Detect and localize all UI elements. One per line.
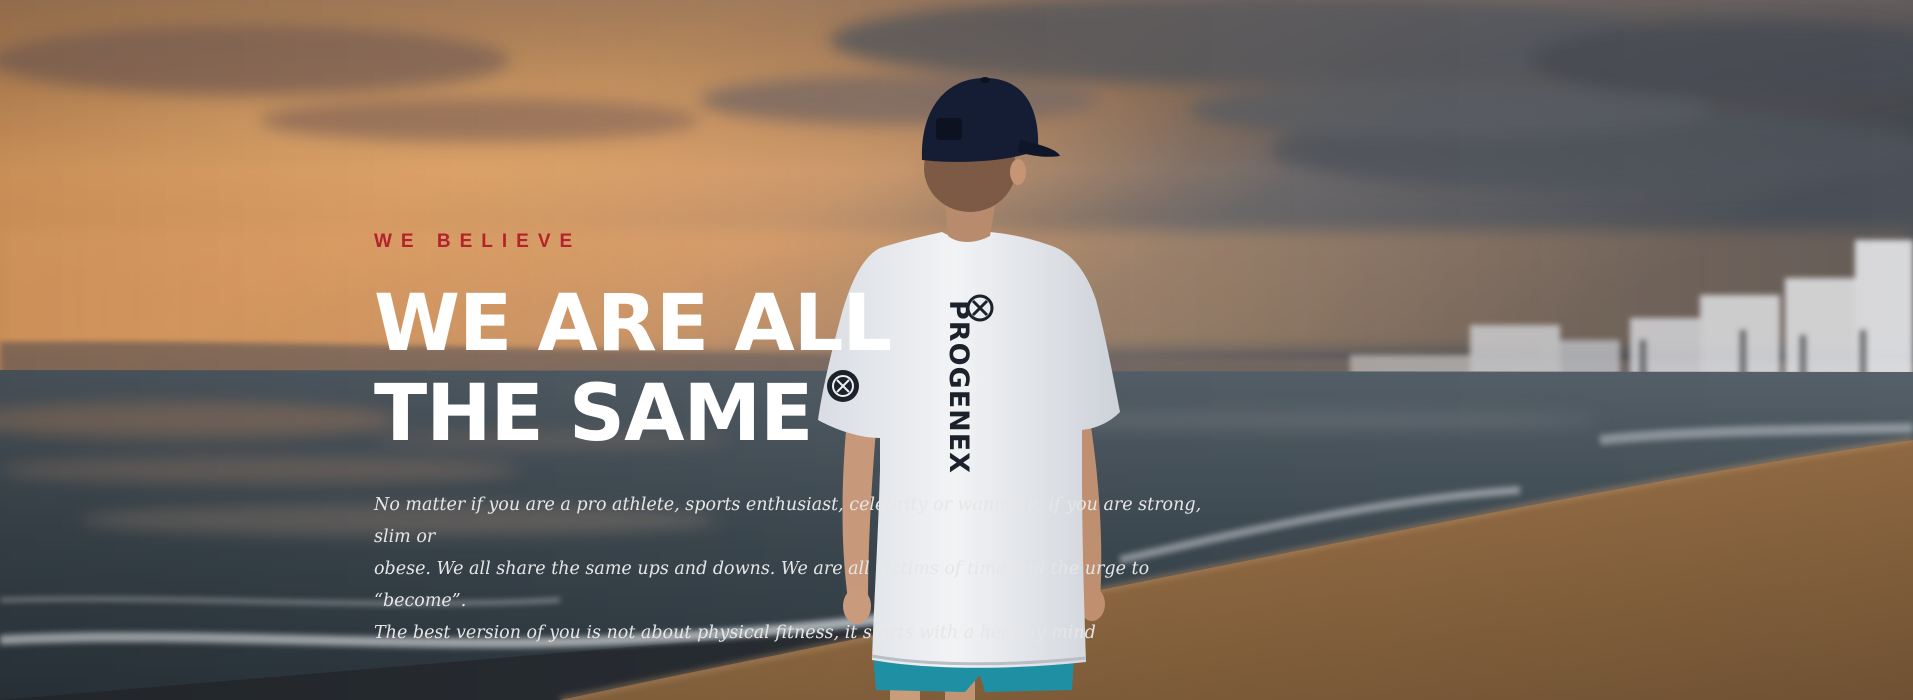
headline-line-1: WE ARE ALL [374,279,892,369]
hero-section: PROGENEX WE BELIEVE WE ARE ALL THE SAME … [0,0,1913,700]
hero-copy: WE BELIEVE WE ARE ALL THE SAME No matter… [374,232,1234,649]
body-line-3: The best version of you is not about phy… [374,623,1096,643]
body-line-1: No matter if you are a pro athlete, spor… [374,495,1202,547]
body-line-2: obese. We all share the same ups and dow… [374,559,1150,611]
hero-body-text: No matter if you are a pro athlete, spor… [374,489,1214,649]
headline-line-2: THE SAME [374,369,813,459]
hero-headline: WE ARE ALL THE SAME [374,279,1234,459]
eyebrow-label: WE BELIEVE [374,231,582,252]
